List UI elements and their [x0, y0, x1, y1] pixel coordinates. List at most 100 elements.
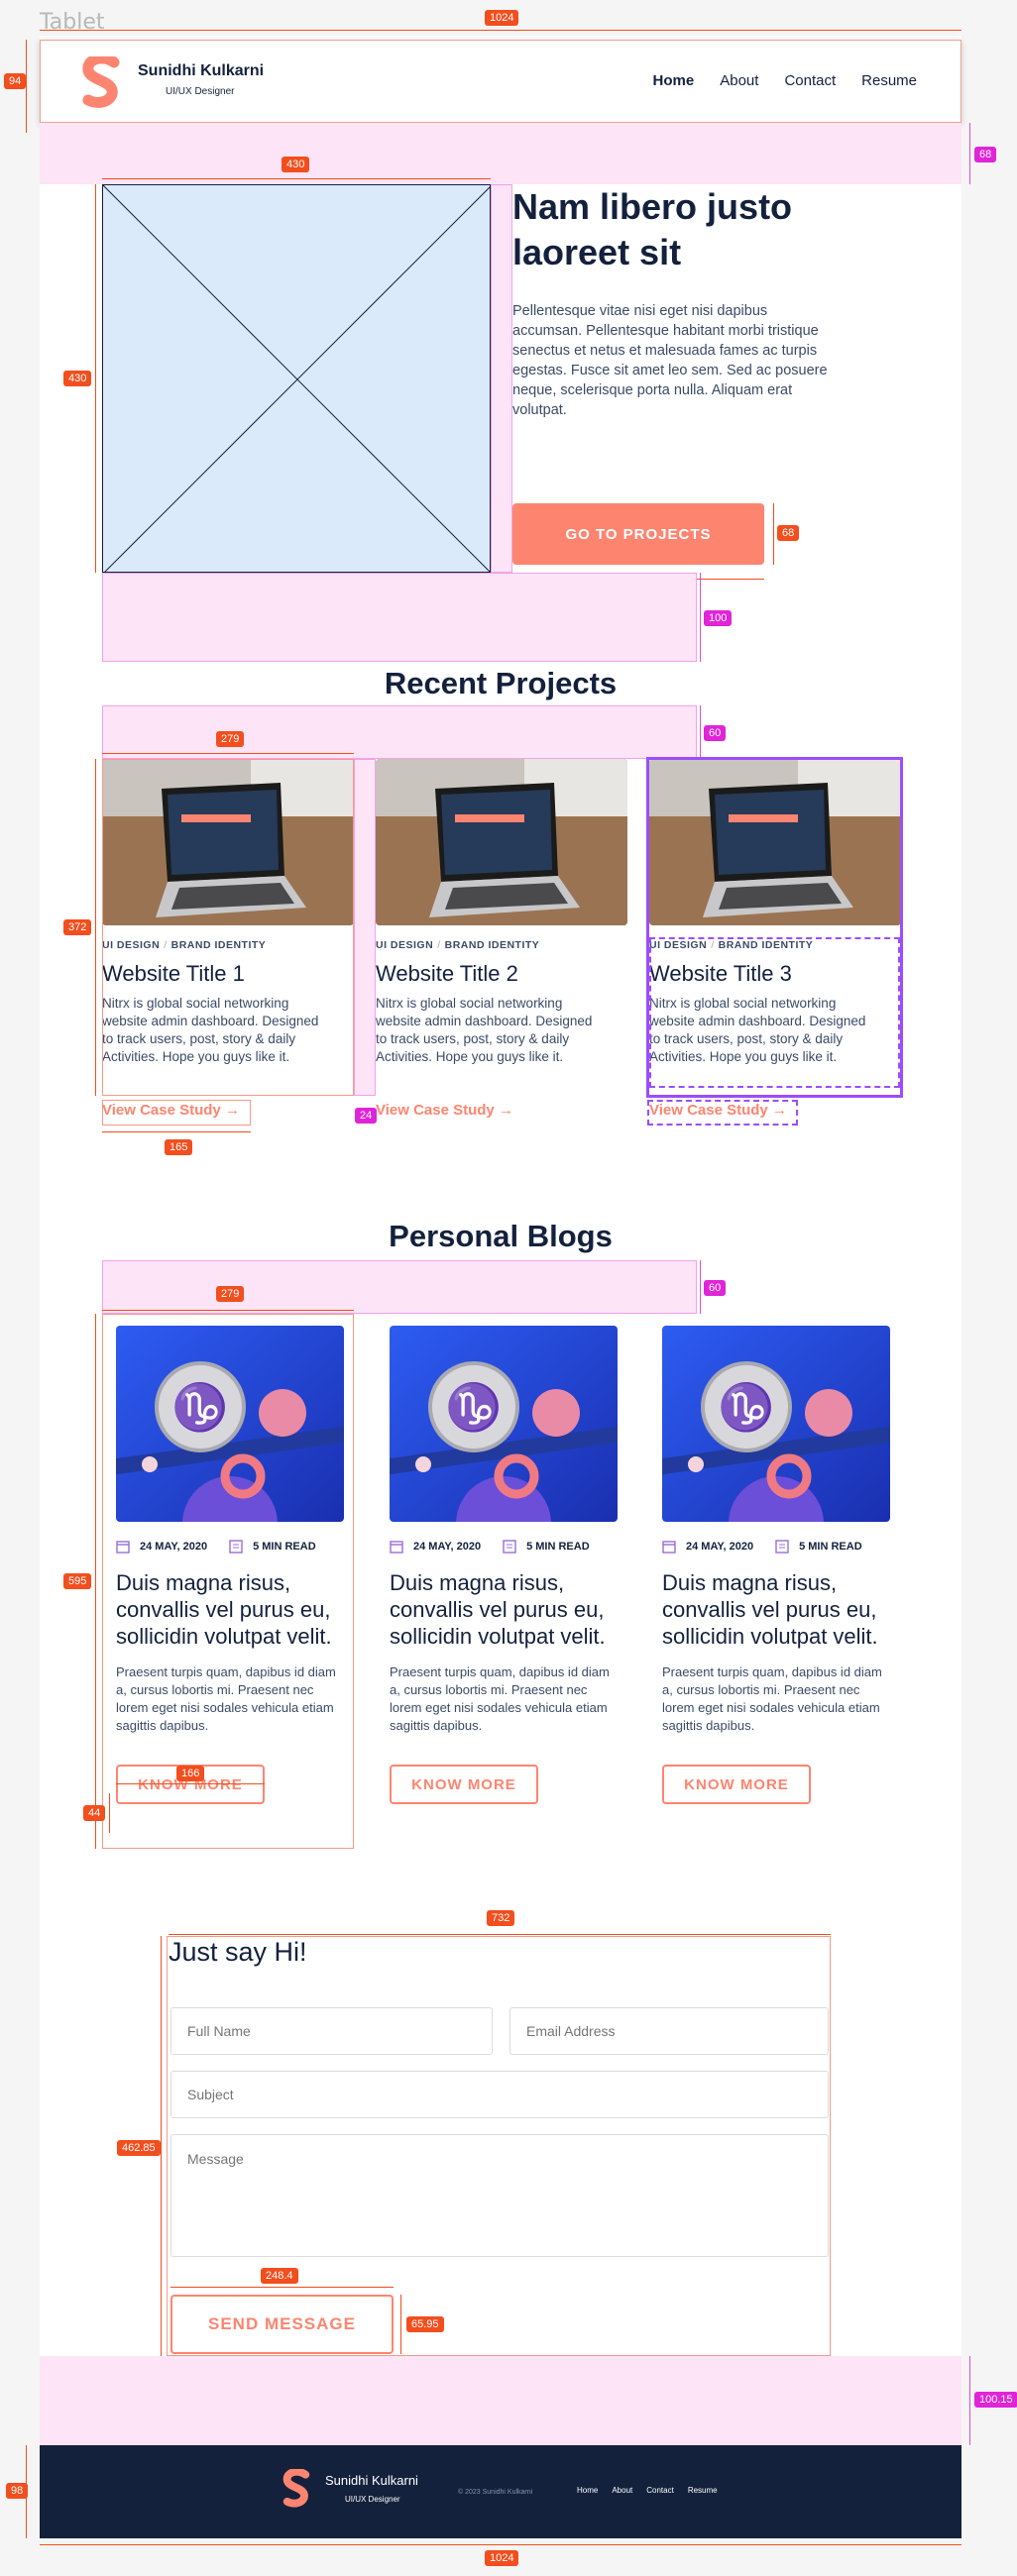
blog-card[interactable]: ♑ 24 MAY, 2020 5 MIN READ Duis magna ris… — [662, 1326, 890, 1804]
project-card[interactable]: UI DESIGN / BRAND IDENTITY Website Title 2… — [376, 759, 627, 1066]
main-nav: Home About Contact Resume — [653, 72, 917, 89]
blog-image: ♑ — [662, 1326, 890, 1522]
blog-read-time: 5 MIN READ — [526, 1541, 590, 1553]
footer-nav: Home About Contact Resume — [577, 2486, 718, 2495]
blog-date: 24 MAY, 2020 — [413, 1541, 482, 1553]
blog-description: Praesent turpis quam, dapibus id diam a,… — [662, 1664, 882, 1733]
footer-copyright: © 2023 Sunidhi Kulkarni — [458, 2489, 533, 2496]
footer-nav-contact[interactable]: Contact — [646, 2486, 674, 2495]
brand-role: UI/UX Designer — [166, 86, 235, 97]
measure-line — [102, 178, 491, 179]
measure-tag: 732 — [487, 1910, 515, 1926]
measure-tag: 60 — [704, 1280, 727, 1296]
measure-line — [95, 759, 96, 1096]
spacing-band — [102, 573, 697, 662]
reading-time-icon — [503, 1540, 516, 1554]
coin-illustration: ♑ — [390, 1326, 618, 1522]
reading-time-icon — [229, 1540, 243, 1554]
view-case-study-link[interactable]: View Case Study → — [376, 1102, 513, 1119]
canvas-label: Tablet — [40, 10, 105, 35]
measure-tag: 68 — [974, 147, 997, 162]
measure-line — [400, 2295, 401, 2354]
image-placeholder-icon — [103, 185, 490, 572]
measure-line — [700, 1260, 701, 1314]
nav-about[interactable]: About — [720, 72, 758, 89]
measure-line — [95, 184, 96, 573]
blog-read-time: 5 MIN READ — [253, 1541, 316, 1553]
project-tag: UI DESIGN — [376, 939, 434, 951]
selection-inner-outline — [649, 937, 900, 1088]
measure-tag: 372 — [63, 919, 92, 935]
measure-line — [700, 573, 701, 662]
measure-tag: 165 — [165, 1139, 193, 1155]
measure-line — [700, 705, 701, 759]
know-more-button[interactable]: KNOW MORE — [390, 1765, 538, 1804]
subject-input[interactable] — [170, 2071, 829, 2118]
project-description: Nitrx is global social networking websit… — [376, 996, 593, 1064]
blog-title: Duis magna risus, convallis vel purus eu… — [116, 1570, 332, 1649]
contact-title: Just say Hi! — [169, 1937, 307, 1967]
blog-description: Praesent turpis quam, dapibus id diam a,… — [390, 1664, 610, 1733]
arrow-right-icon: → — [498, 1102, 513, 1119]
project-image — [376, 759, 627, 925]
measure-line — [170, 2287, 394, 2288]
measure-tag: 24 — [355, 1108, 378, 1124]
spacing-band — [102, 705, 697, 759]
selection-link-outline — [647, 1100, 798, 1126]
svg-text:♑: ♑ — [171, 1380, 228, 1434]
hero-image-placeholder — [102, 184, 491, 573]
calendar-icon — [116, 1541, 130, 1554]
spacing-band — [40, 2356, 961, 2445]
measure-tag: 430 — [63, 371, 92, 386]
measure-line — [95, 1314, 96, 1849]
link-outline — [102, 1100, 251, 1126]
blog-title: Duis magna risus, convallis vel purus eu… — [662, 1570, 878, 1649]
blog-date: 24 MAY, 2020 — [686, 1541, 754, 1553]
measure-tag: 595 — [63, 1573, 92, 1589]
measure-line — [40, 30, 961, 31]
brand-name[interactable]: Sunidhi Kulkarni — [138, 62, 264, 80]
calendar-icon — [390, 1541, 403, 1554]
measure-tag: 166 — [176, 1766, 205, 1781]
measure-line — [116, 1783, 265, 1784]
measure-line — [169, 1934, 831, 1935]
measure-line — [969, 2356, 970, 2445]
coin-illustration: ♑ — [116, 1326, 344, 1522]
nav-home[interactable]: Home — [653, 72, 695, 89]
footer-logo-icon[interactable] — [282, 2469, 311, 2509]
gap-highlight — [491, 184, 512, 573]
measure-line — [102, 1310, 354, 1311]
measure-line — [40, 2544, 961, 2545]
projects-section-title: Recent Projects — [384, 666, 618, 700]
nav-resume[interactable]: Resume — [861, 72, 917, 89]
measure-line — [109, 1793, 110, 1833]
footer-nav-about[interactable]: About — [612, 2486, 632, 2495]
measure-tag: 100.15 — [974, 2392, 1017, 2408]
blog-card[interactable]: ♑ 24 MAY, 2020 5 MIN READ Duis magna ris… — [116, 1326, 344, 1804]
footer-nav-resume[interactable]: Resume — [688, 2486, 718, 2495]
blog-card[interactable]: ♑ 24 MAY, 2020 5 MIN READ Duis magna ris… — [390, 1326, 618, 1804]
site-header: Sunidhi Kulkarni UI/UX Designer Home Abo… — [40, 40, 961, 123]
measure-tag: 100 — [704, 610, 733, 626]
footer-nav-home[interactable]: Home — [577, 2486, 598, 2495]
svg-text:♑: ♑ — [445, 1380, 502, 1434]
blog-read-time: 5 MIN READ — [799, 1541, 862, 1553]
nav-contact[interactable]: Contact — [784, 72, 836, 89]
message-textarea[interactable] — [170, 2134, 829, 2257]
measure-tag: 68 — [777, 525, 800, 541]
svg-text:♑: ♑ — [718, 1380, 774, 1434]
blog-description: Praesent turpis quam, dapibus id diam a,… — [116, 1664, 336, 1733]
send-message-button[interactable]: SEND MESSAGE — [170, 2295, 394, 2354]
brand-logo-icon[interactable] — [80, 56, 122, 108]
go-to-projects-button[interactable]: GO TO PROJECTS — [512, 503, 764, 565]
laptop-photo — [376, 759, 627, 925]
measure-tag: 60 — [704, 725, 727, 741]
full-name-input[interactable] — [170, 2007, 493, 2055]
measure-line — [773, 503, 774, 565]
measure-tag: 248.4 — [261, 2268, 298, 2284]
know-more-button[interactable]: KNOW MORE — [662, 1765, 811, 1804]
measure-line — [102, 1131, 251, 1132]
email-input[interactable] — [509, 2007, 829, 2055]
measure-tag: 65.95 — [406, 2316, 444, 2332]
coin-illustration: ♑ — [662, 1326, 890, 1522]
